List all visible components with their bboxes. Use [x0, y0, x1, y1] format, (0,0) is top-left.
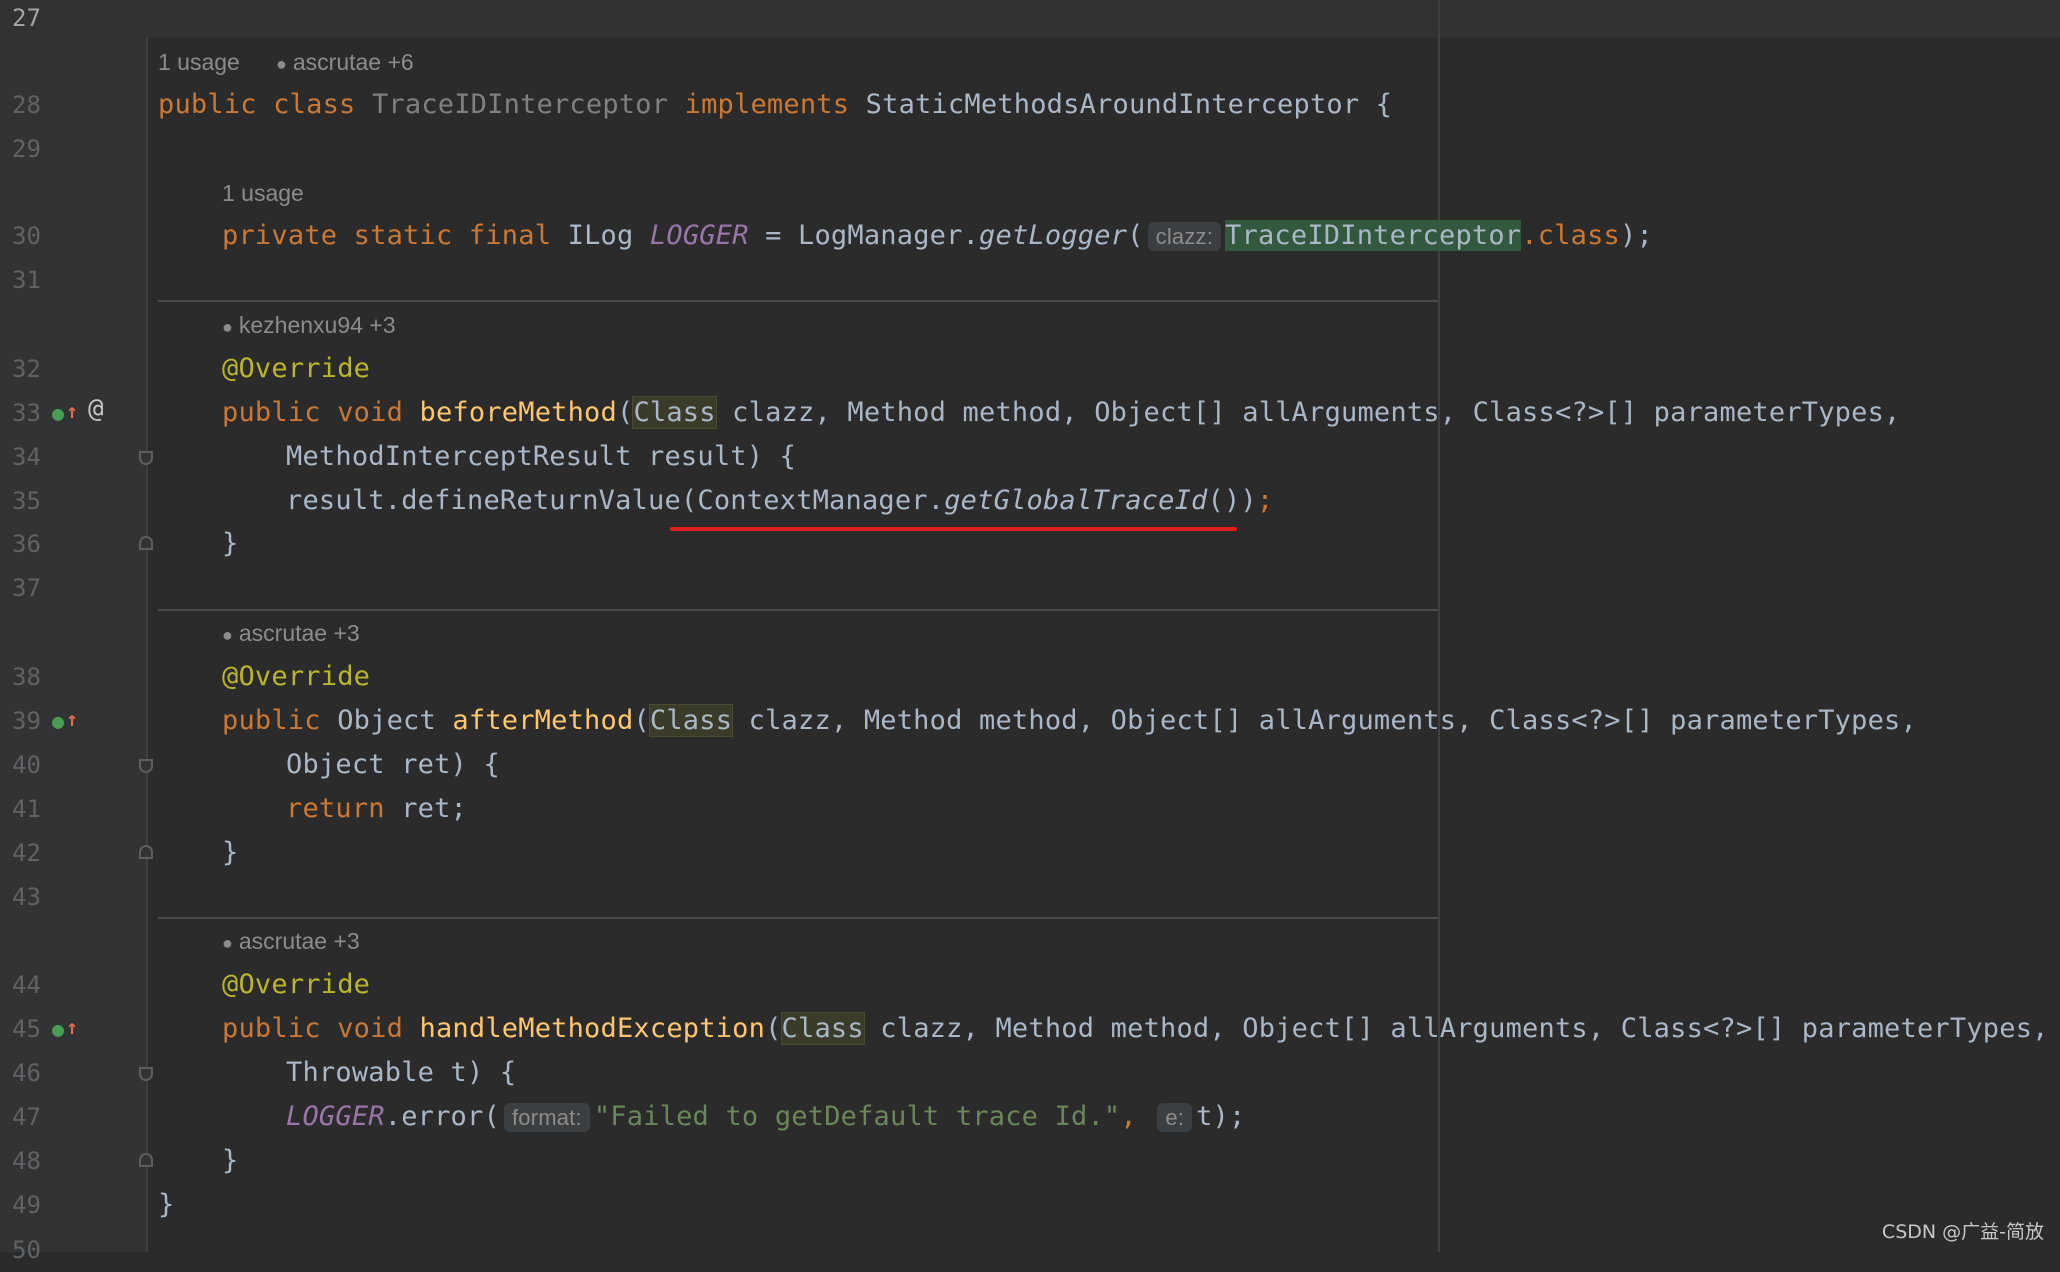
line-number: 34 [12, 443, 41, 471]
line-number: 29 [12, 135, 41, 163]
code-line-38[interactable]: 38 @Override [0, 655, 2060, 699]
code-line-35[interactable]: 35 result.defineReturnValue(ContextManag… [0, 479, 2060, 523]
implements-method-icon[interactable]: ● [52, 1019, 64, 1039]
line-number: 47 [12, 1103, 41, 1131]
code-vision-inlay: 1 usage ● ascrutae +6 [0, 40, 2060, 84]
code-line-46[interactable]: 46 Throwable t) { [0, 1051, 2060, 1095]
line-number: 30 [12, 222, 41, 250]
code-line-44[interactable]: 44 @Override [0, 963, 2060, 1007]
line-number: 50 [12, 1236, 41, 1264]
code-line-39[interactable]: 39 ● ↑ public Object afterMethod(Class c… [0, 699, 2060, 743]
code-line-34[interactable]: 34 MethodInterceptResult result) { [0, 435, 2060, 479]
line-number: 43 [12, 883, 41, 911]
code-vision-inlay: 1 usage [0, 171, 2060, 215]
code-line-42[interactable]: 42 } [0, 831, 2060, 875]
code-line-30[interactable]: 30 private static final ILog LOGGER = Lo… [0, 214, 2060, 258]
line-number: 45 [12, 1015, 41, 1043]
line-number: 41 [12, 795, 41, 823]
code-line-33[interactable]: 33 ● ↑ @ public void beforeMethod(Class … [0, 391, 2060, 435]
code-vision-inlay: ● kezhenxu94 +3 [0, 303, 2060, 347]
go-to-super-arrow-icon[interactable]: ↑ [66, 709, 78, 729]
go-to-super-arrow-icon[interactable]: ↑ [66, 1017, 78, 1037]
parameter-hint: clazz: [1147, 222, 1222, 251]
person-icon: ● [276, 54, 287, 74]
author-link[interactable]: ● ascrutae +6 [276, 40, 414, 86]
implements-method-icon[interactable]: ● [52, 403, 64, 423]
fold-marker-icon[interactable] [139, 451, 153, 465]
fold-marker-icon[interactable] [139, 845, 153, 859]
line-number: 38 [12, 663, 41, 691]
parameter-hint: format: [503, 1103, 590, 1132]
line-number: 28 [12, 91, 41, 119]
usage-highlight: TraceIDInterceptor [1225, 220, 1522, 251]
code-line-37[interactable]: 37 [0, 566, 2060, 610]
line-number: 36 [12, 530, 41, 558]
code-line-32[interactable]: 32 @Override [0, 347, 2060, 391]
line-number: 31 [12, 266, 41, 294]
code-line-29[interactable]: 29 [0, 127, 2060, 171]
code-line-49[interactable]: 49 } [0, 1183, 2060, 1227]
fold-marker-icon[interactable] [139, 1153, 153, 1167]
code-line-43[interactable]: 43 [0, 875, 2060, 919]
match-highlight: Class [632, 396, 717, 429]
code-line-48[interactable]: 48 } [0, 1139, 2060, 1183]
code-line-36[interactable]: 36 } [0, 522, 2060, 566]
code-line-31[interactable]: 31 [0, 258, 2060, 302]
line-number: 40 [12, 751, 41, 779]
code-line-50[interactable]: 50 [0, 1228, 2060, 1272]
code-line-41[interactable]: 41 return ret; [0, 787, 2060, 831]
person-icon: ● [222, 933, 233, 953]
go-to-super-arrow-icon[interactable]: ↑ [66, 401, 78, 421]
code-vision-inlay: ● ascrutae +3 [0, 919, 2060, 963]
line-number: 46 [12, 1059, 41, 1087]
usage-count-link[interactable]: 1 usage [222, 171, 304, 215]
line-number: 32 [12, 355, 41, 383]
line-number: 42 [12, 839, 41, 867]
line-number: 44 [12, 971, 41, 999]
line-number: 49 [12, 1191, 41, 1219]
person-icon: ● [222, 625, 233, 645]
parameter-hint: e: [1157, 1103, 1193, 1132]
fold-marker-icon[interactable] [139, 1067, 153, 1081]
implements-method-icon[interactable]: ● [52, 711, 64, 731]
author-link[interactable]: ● ascrutae +3 [222, 919, 360, 965]
code-line-45[interactable]: 45 ● ↑ public void handleMethodException… [0, 1007, 2060, 1051]
line-number: 35 [12, 487, 41, 515]
code-editor[interactable]: 27 1 usage ● ascrutae +6 28 public class … [0, 0, 2060, 1264]
fold-marker-icon[interactable] [139, 536, 153, 550]
code-line-28[interactable]: 28 public class TraceIDInterceptor imple… [0, 83, 2060, 127]
match-highlight: Class [780, 1012, 865, 1045]
annotation-gutter-icon[interactable]: @ [88, 396, 104, 422]
code-line-40[interactable]: 40 Object ret) { [0, 743, 2060, 787]
match-highlight: Class [648, 704, 734, 737]
author-link[interactable]: ● ascrutae +3 [222, 611, 360, 657]
fold-marker-icon[interactable] [139, 759, 153, 773]
line-number: 27 [12, 4, 41, 32]
code-vision-inlay: ● ascrutae +3 [0, 611, 2060, 655]
line-number: 37 [12, 574, 41, 602]
code-line-47[interactable]: 47 LOGGER.error(format: "Failed to getDef… [0, 1095, 2060, 1139]
usage-count-link[interactable]: 1 usage [158, 40, 240, 84]
watermark: CSDN @广益-简放 [1881, 1221, 2044, 1243]
line-number: 48 [12, 1147, 41, 1175]
person-icon: ● [222, 317, 233, 337]
author-link[interactable]: ● kezhenxu94 +3 [222, 303, 396, 349]
line-number: 33 [12, 399, 41, 427]
line-number: 39 [12, 707, 41, 735]
code-line-27[interactable]: 27 [0, 0, 2060, 40]
